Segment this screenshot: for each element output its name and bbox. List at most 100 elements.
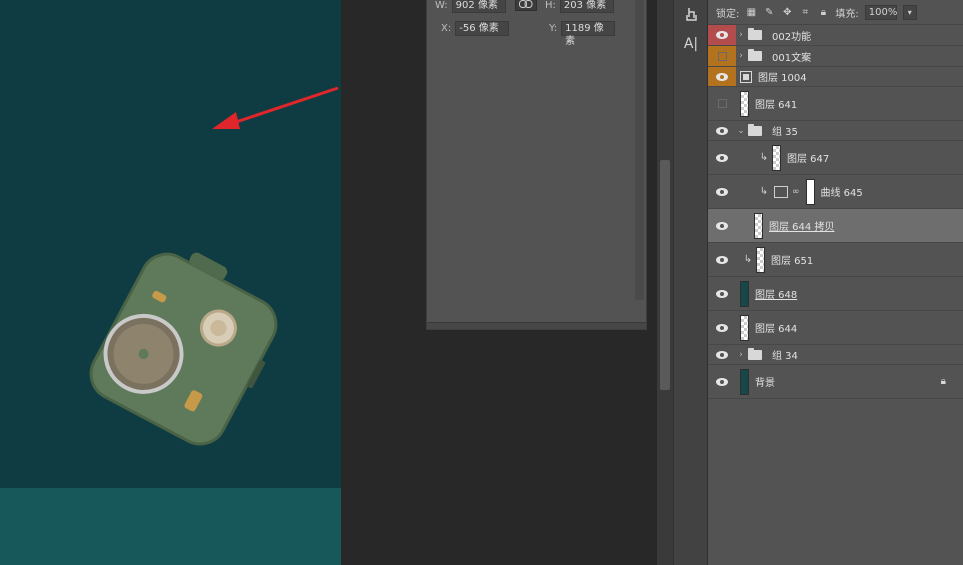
fill-label: 填充: bbox=[835, 8, 859, 20]
hidden-box-icon bbox=[717, 99, 727, 108]
character-panel-button[interactable]: A| bbox=[674, 36, 708, 52]
lock-icon: 🔒︎ bbox=[940, 376, 946, 387]
layer-row[interactable]: 图层 1004 bbox=[708, 67, 963, 87]
layer-name: 图层 651 bbox=[771, 256, 814, 267]
lock-paint-icon[interactable]: ✎ bbox=[763, 6, 775, 18]
properties-scrollbar[interactable] bbox=[635, 0, 644, 300]
folder-icon bbox=[748, 28, 762, 40]
layer-thumbnail bbox=[756, 246, 765, 273]
curves-adjustment-icon bbox=[774, 185, 788, 198]
visibility-toggle[interactable] bbox=[708, 277, 736, 310]
folder-icon bbox=[748, 123, 762, 136]
layer-row[interactable]: 背景 🔒︎ bbox=[708, 365, 963, 399]
x-input[interactable]: -56 像素 bbox=[455, 20, 510, 36]
properties-panel: W: 902 像素 H: 203 像素 X: -56 像素 Y: 1189 像素 bbox=[426, 0, 647, 330]
visibility-toggle[interactable] bbox=[708, 25, 736, 45]
radio-speaker-product bbox=[89, 252, 278, 446]
y-input[interactable]: 1189 像素 bbox=[561, 20, 616, 47]
layer-name: 图层 647 bbox=[787, 154, 830, 165]
layer-thumbnail bbox=[740, 280, 749, 307]
layer-row[interactable]: › 002功能 bbox=[708, 25, 963, 46]
chevron-right-icon[interactable]: › bbox=[736, 30, 746, 40]
fill-dropdown-icon[interactable]: ▾ bbox=[902, 4, 917, 20]
eye-icon bbox=[716, 31, 728, 39]
panel-scrollbar-thumb[interactable] bbox=[660, 160, 670, 390]
fill-input[interactable]: 100% bbox=[864, 4, 897, 20]
layer-row[interactable]: 图层 644 bbox=[708, 311, 963, 345]
eye-icon bbox=[716, 153, 728, 162]
visibility-toggle[interactable] bbox=[708, 209, 736, 242]
hidden-box-icon bbox=[717, 51, 727, 61]
width-input[interactable]: 902 像素 bbox=[451, 0, 506, 13]
layer-name: 002功能 bbox=[772, 31, 812, 43]
smart-object-icon bbox=[740, 70, 752, 83]
clipping-arrow-icon: ↳ bbox=[759, 186, 769, 197]
visibility-toggle[interactable] bbox=[708, 141, 736, 174]
layer-row[interactable]: 图层 641 bbox=[708, 87, 963, 121]
layer-name: 曲线 645 bbox=[820, 188, 863, 199]
chevron-right-icon[interactable]: › bbox=[736, 51, 746, 61]
layer-row[interactable]: ↳ ∞ 曲线 645 bbox=[708, 175, 963, 209]
mask-thumbnail bbox=[805, 178, 815, 205]
eye-icon bbox=[716, 377, 728, 386]
lock-transparency-icon[interactable]: ▦ bbox=[745, 6, 757, 18]
folder-icon bbox=[748, 49, 762, 61]
chevron-right-icon[interactable]: › bbox=[736, 350, 746, 360]
lock-artboard-icon[interactable]: ⌗ bbox=[799, 6, 811, 18]
clipping-arrow-icon: ↳ bbox=[743, 254, 753, 265]
visibility-toggle[interactable] bbox=[708, 46, 736, 66]
layer-name: 图层 644 拷贝 bbox=[769, 222, 835, 233]
lock-position-icon[interactable]: ✥ bbox=[781, 6, 793, 18]
document-canvas[interactable] bbox=[0, 0, 341, 565]
layer-row[interactable]: ↳ 图层 647 bbox=[708, 141, 963, 175]
lock-all-icon[interactable]: 🔒︎ bbox=[817, 6, 829, 18]
height-input[interactable]: 203 像素 bbox=[559, 0, 614, 13]
hand-pointer-icon[interactable] bbox=[674, 6, 708, 27]
width-label: W: bbox=[435, 0, 448, 11]
layer-name: 图层 1004 bbox=[758, 73, 807, 84]
eye-icon bbox=[716, 126, 728, 135]
layer-name: 图层 648 bbox=[755, 290, 798, 301]
y-label: Y: bbox=[549, 22, 558, 34]
clipping-arrow-icon: ↳ bbox=[759, 152, 769, 163]
eye-icon bbox=[716, 255, 728, 264]
y-row: Y: 1189 像素 bbox=[549, 19, 616, 47]
layer-name: 组 34 bbox=[772, 351, 798, 362]
eye-icon bbox=[716, 289, 728, 298]
layer-name: 背景 bbox=[755, 378, 775, 389]
visibility-toggle[interactable] bbox=[708, 345, 736, 364]
layer-name: 组 35 bbox=[772, 127, 798, 138]
x-label: X: bbox=[441, 22, 452, 34]
height-row: H: 203 像素 bbox=[545, 0, 614, 14]
lock-label: 锁定: bbox=[716, 8, 740, 20]
x-row: X: -56 像素 bbox=[441, 19, 510, 37]
visibility-toggle[interactable] bbox=[708, 175, 736, 208]
layer-row[interactable]: 图层 648 bbox=[708, 277, 963, 311]
layer-row[interactable]: ↳ 图层 651 bbox=[708, 243, 963, 277]
layer-thumbnail bbox=[740, 368, 749, 395]
tool-strip: A| bbox=[673, 0, 707, 565]
eye-icon bbox=[716, 323, 728, 332]
layer-thumbnail bbox=[772, 144, 781, 171]
panel-scrollbar[interactable] bbox=[657, 0, 673, 565]
visibility-toggle[interactable] bbox=[708, 311, 736, 344]
layer-row[interactable]: ⌄ 组 35 bbox=[708, 121, 963, 141]
folder-icon bbox=[748, 347, 762, 360]
visibility-toggle[interactable] bbox=[708, 365, 736, 398]
layer-row[interactable]: › 001文案 bbox=[708, 46, 963, 67]
eye-icon bbox=[716, 72, 728, 81]
layer-name: 001文案 bbox=[772, 52, 812, 64]
visibility-toggle[interactable] bbox=[708, 243, 736, 276]
layer-thumbnail bbox=[740, 90, 749, 117]
visibility-toggle[interactable] bbox=[708, 121, 736, 140]
width-row: W: 902 像素 bbox=[435, 0, 506, 14]
layer-row[interactable]: › 组 34 bbox=[708, 345, 963, 365]
visibility-toggle[interactable] bbox=[708, 67, 736, 86]
layer-row-selected[interactable]: 图层 644 拷贝 bbox=[708, 209, 963, 243]
eye-icon bbox=[716, 221, 728, 230]
height-label: H: bbox=[545, 0, 556, 11]
link-icon[interactable] bbox=[515, 0, 537, 11]
visibility-toggle[interactable] bbox=[708, 87, 736, 120]
chevron-down-icon[interactable]: ⌄ bbox=[736, 126, 746, 136]
layer-name: 图层 644 bbox=[755, 324, 798, 335]
